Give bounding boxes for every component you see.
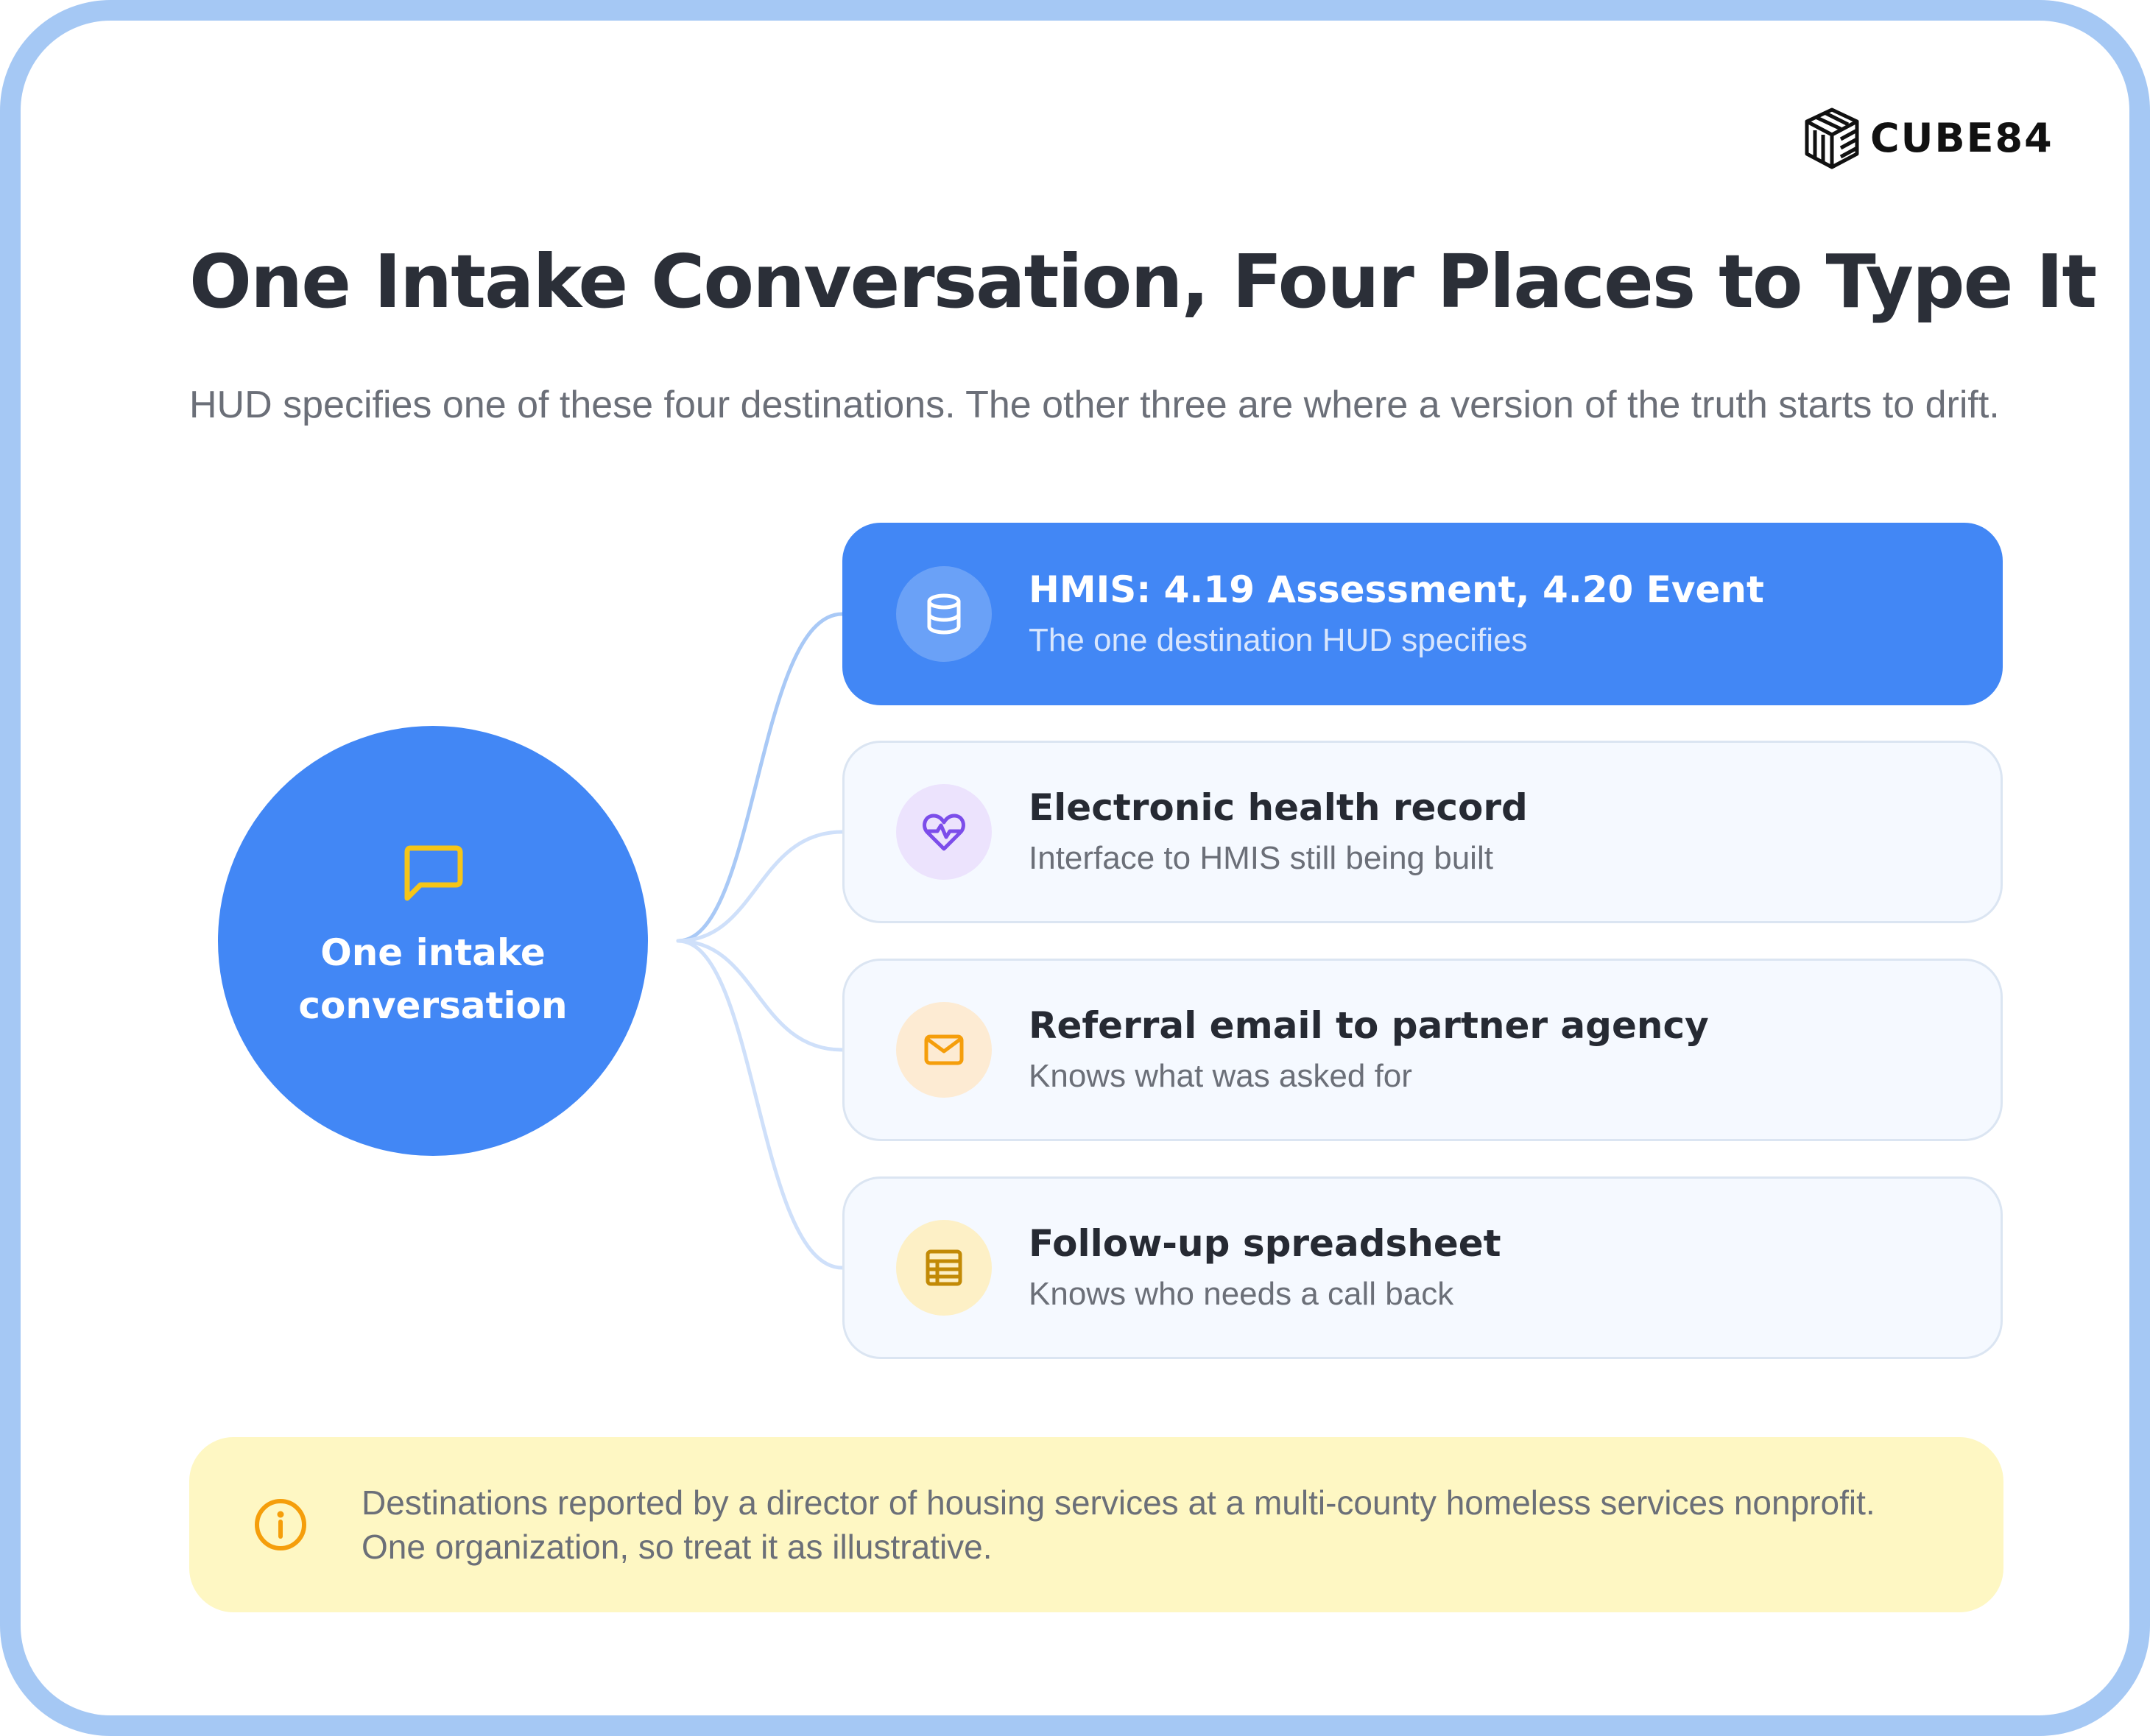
spreadsheet-icon — [926, 1249, 962, 1286]
destination-icon-badge — [896, 1220, 992, 1316]
info-icon — [255, 1499, 306, 1550]
footnote-line: One organization, so treat it as illustr… — [362, 1528, 993, 1566]
footnote-line: Destinations reported by a director of h… — [362, 1483, 1875, 1522]
destination-icon-badge — [896, 784, 992, 880]
destination-card-hmis: HMIS: 4.19 Assessment, 4.20 Event The on… — [842, 523, 2003, 705]
connector-to-email — [676, 939, 845, 1052]
destination-description: Interface to HMIS still being built — [1029, 840, 1493, 876]
destination-title: HMIS: 4.19 Assessment, 4.20 Event — [1029, 568, 1764, 611]
intake-hub: One intake conversation — [218, 726, 648, 1156]
destination-title: Electronic health record — [1029, 786, 1528, 829]
destination-icon-badge — [896, 566, 992, 662]
destination-description: The one destination HUD specifies — [1029, 622, 1528, 658]
heartbeat-icon — [923, 814, 965, 851]
destination-card-ehr: Electronic health record Interface to HM… — [842, 741, 2003, 923]
connector-to-ehr — [676, 830, 845, 943]
connector-to-spreadsheet — [676, 939, 845, 1270]
destination-description: Knows who needs a call back — [1029, 1276, 1454, 1312]
destination-icon-badge — [896, 1002, 992, 1098]
connector-to-hmis — [676, 612, 845, 943]
hub-label: One intake conversation — [298, 931, 568, 1027]
destination-title: Referral email to partner agency — [1029, 1004, 1709, 1047]
database-icon — [927, 593, 961, 635]
infographic-frame: CUBE84 One Intake Conversation, Four Pla… — [0, 0, 2150, 1736]
footnote-text: Destinations reported by a director of h… — [362, 1481, 1875, 1569]
destination-card-email: Referral email to partner agency Knows w… — [842, 959, 2003, 1141]
destination-card-spreadsheet: Follow-up spreadsheet Knows who needs a … — [842, 1176, 2003, 1359]
destination-description: Knows what was asked for — [1029, 1058, 1412, 1094]
footnote-box: Destinations reported by a director of h… — [189, 1437, 2003, 1612]
mail-icon — [924, 1034, 964, 1065]
chat-bubble-icon — [404, 845, 463, 901]
destination-title: Follow-up spreadsheet — [1029, 1222, 1501, 1265]
